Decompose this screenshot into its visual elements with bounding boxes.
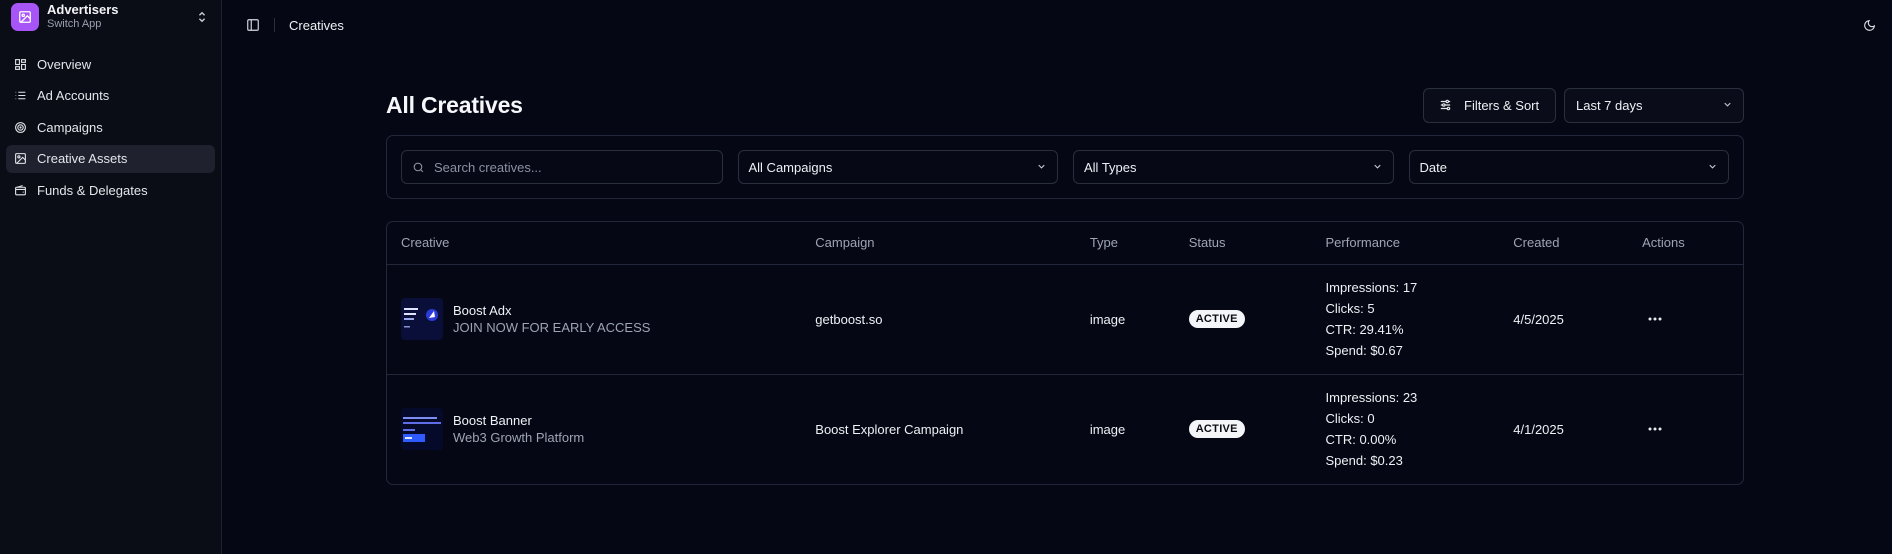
sidebar-item-label: Creative Assets — [37, 151, 128, 166]
creatives-table: Creative Campaign Type Status Performanc… — [386, 221, 1744, 485]
sidebar-item-label: Funds & Delegates — [37, 182, 148, 198]
target-icon — [13, 120, 27, 134]
sidebar-toggle-icon[interactable] — [244, 16, 262, 34]
actions-cell — [1628, 373, 1743, 484]
filters-sort-label: Filters & Sort — [1464, 97, 1540, 113]
performance-cell: Impressions: 17 Clicks: 5 CTR: 29.41% Sp… — [1312, 264, 1500, 374]
created-cell: 4/1/2025 — [1499, 373, 1629, 484]
table-row[interactable]: Boost Adx JOIN NOW FOR EARLY ACCESS getb… — [387, 264, 1743, 374]
status-badge: ACTIVE — [1188, 310, 1245, 328]
search-icon — [412, 160, 426, 174]
sort-select-value: Date — [1419, 159, 1447, 175]
column-header-creative: Creative — [387, 222, 802, 265]
column-header-campaign: Campaign — [801, 222, 1076, 265]
sidebar-item-campaigns[interactable]: Campaigns — [6, 113, 215, 141]
sliders-icon — [1438, 97, 1454, 113]
sidebar-item-creative-assets[interactable]: Creative Assets — [6, 144, 215, 173]
search-input[interactable] — [434, 159, 712, 175]
filter-bar: All Campaigns All Types Date — [386, 135, 1744, 199]
chevron-up-down-icon — [194, 9, 210, 25]
page-header: All Creatives Filters & Sort Last 7 days — [386, 87, 1744, 123]
chevron-down-icon — [1707, 160, 1718, 175]
content: All Creatives Filters & Sort Last 7 days — [386, 87, 1744, 485]
image-icon — [13, 152, 27, 166]
sidebar-item-ad-accounts[interactable]: Ad Accounts — [6, 82, 215, 110]
filters-sort-button[interactable]: Filters & Sort — [1423, 87, 1556, 123]
sidebar-item-overview[interactable]: Overview — [6, 50, 215, 78]
search-box — [401, 150, 723, 184]
sidebar-item-label: Overview — [37, 56, 92, 72]
app-subtitle: Switch App — [47, 18, 102, 31]
table-header-row: Creative Campaign Type Status Performanc… — [387, 222, 1743, 265]
column-header-status: Status — [1174, 222, 1312, 265]
table-row[interactable]: Boost Banner Web3 Growth Platform Boost … — [387, 373, 1743, 484]
campaign-cell: getboost.so — [815, 311, 883, 327]
clicks: Clicks: 0 — [1325, 411, 1375, 427]
column-header-performance: Performance — [1311, 222, 1500, 265]
layout-grid-icon — [13, 57, 27, 71]
type-cell: image — [1075, 373, 1175, 484]
image-icon — [11, 3, 39, 31]
impressions: Impressions: 23 — [1325, 390, 1418, 406]
campaign-select[interactable]: All Campaigns — [737, 150, 1058, 184]
app-switcher-text: Advertisers Switch App — [47, 2, 194, 31]
created-cell: 4/5/2025 — [1513, 311, 1564, 327]
sidebar-item-funds-delegates[interactable]: Funds & Delegates — [6, 176, 215, 204]
creative-thumbnail — [401, 298, 443, 340]
campaign-cell: Boost Explorer Campaign — [801, 373, 1076, 484]
date-range-select[interactable]: Last 7 days — [1564, 87, 1744, 123]
date-range-value: Last 7 days — [1576, 97, 1643, 113]
creative-subtitle: Web3 Growth Platform — [453, 430, 585, 446]
creative-name: Boost Banner — [453, 413, 532, 429]
creative-cell: Boost Adx JOIN NOW FOR EARLY ACCESS — [387, 264, 801, 374]
ctr: CTR: 29.41% — [1325, 322, 1404, 337]
sort-select[interactable]: Date — [1408, 150, 1729, 184]
sidebar: Advertisers Switch App Overview Ad Accou… — [0, 0, 222, 554]
top-bar: Creatives — [222, 0, 1892, 50]
creative-subtitle: JOIN NOW FOR EARLY ACCESS — [453, 320, 651, 335]
creative-thumbnail — [401, 408, 443, 451]
actions-cell — [1628, 264, 1743, 374]
creative-name: Boost Adx — [453, 303, 512, 318]
creative-cell: Boost Banner Web3 Growth Platform — [387, 373, 802, 484]
campaign-select-value: All Campaigns — [748, 159, 833, 175]
chevron-down-icon — [1722, 98, 1733, 113]
column-header-type: Type — [1075, 222, 1175, 265]
spend: Spend: $0.67 — [1325, 343, 1403, 358]
status-badge: ACTIVE — [1188, 420, 1245, 439]
impressions: Impressions: 17 — [1325, 280, 1418, 295]
type-cell: image — [1089, 311, 1126, 327]
divider — [274, 18, 275, 32]
app-title: Advertisers — [47, 2, 119, 18]
sidebar-nav: Overview Ad Accounts Campaigns Creative … — [6, 50, 215, 204]
list-icon — [13, 89, 27, 103]
app-switcher[interactable]: Advertisers Switch App — [6, 0, 215, 34]
spend: Spend: $0.23 — [1325, 453, 1403, 469]
performance-cell: Impressions: 23 Clicks: 0 CTR: 0.00% Spe… — [1311, 373, 1500, 484]
more-horizontal-icon[interactable] — [1642, 418, 1668, 440]
clicks: Clicks: 5 — [1325, 301, 1375, 316]
chevron-down-icon — [1036, 160, 1047, 175]
more-horizontal-icon[interactable] — [1642, 308, 1668, 330]
breadcrumb: Creatives — [289, 17, 344, 33]
moon-icon[interactable] — [1860, 16, 1878, 34]
sidebar-item-label: Campaigns — [37, 119, 103, 135]
status-cell: ACTIVE — [1175, 264, 1312, 374]
page-title: All Creatives — [386, 91, 523, 118]
main-area: Creatives All Creatives Filters & Sort L… — [222, 0, 1892, 554]
status-cell: ACTIVE — [1174, 373, 1312, 484]
column-header-actions: Actions — [1628, 222, 1743, 265]
sidebar-item-label: Ad Accounts — [37, 88, 110, 103]
ctr: CTR: 0.00% — [1325, 432, 1397, 448]
type-select-value: All Types — [1084, 159, 1137, 175]
chevron-down-icon — [1372, 160, 1383, 175]
type-select[interactable]: All Types — [1073, 150, 1394, 184]
wallet-icon — [13, 183, 27, 197]
column-header-created: Created — [1499, 222, 1629, 265]
app-root: Advertisers Switch App Overview Ad Accou… — [0, 0, 1892, 554]
